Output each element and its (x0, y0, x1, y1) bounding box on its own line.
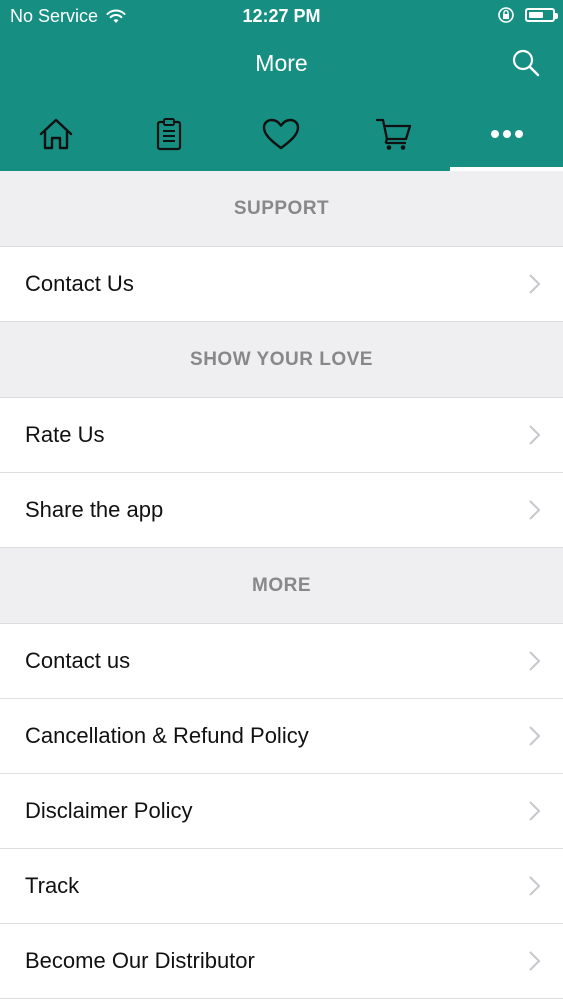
section-title: SHOW YOUR LOVE (190, 348, 373, 370)
clipboard-icon (156, 117, 181, 150)
tab-more[interactable] (450, 96, 563, 171)
heart-icon (263, 118, 300, 149)
nav-bar: More (0, 34, 563, 96)
tab-bar (0, 96, 563, 171)
status-right (497, 6, 558, 24)
row-label: Contact Us (25, 271, 134, 296)
row-label: Cancellation & Refund Policy (25, 723, 309, 748)
chevron-right-icon (529, 500, 541, 520)
row-become-distributor[interactable]: Become Our Distributor (0, 924, 563, 999)
row-disclaimer[interactable]: Disclaimer Policy (0, 774, 563, 849)
row-label: Contact us (25, 648, 131, 673)
tab-cart[interactable] (338, 96, 451, 171)
chevron-right-icon (529, 651, 541, 671)
status-bar: No Service 12:27 PM (0, 0, 563, 34)
cart-icon (375, 118, 412, 150)
home-icon (40, 118, 73, 149)
row-label: Become Our Distributor (25, 948, 255, 973)
section-header-support: SUPPORT (0, 171, 563, 247)
row-track[interactable]: Track (0, 849, 563, 924)
search-icon[interactable] (511, 48, 541, 78)
tab-orders[interactable] (113, 96, 226, 171)
page-title: More (255, 50, 308, 76)
row-cancellation-refund[interactable]: Cancellation & Refund Policy (0, 699, 563, 774)
row-share-app[interactable]: Share the app (0, 473, 563, 548)
row-label: Share the app (25, 497, 164, 522)
status-time: 12:27 PM (242, 6, 321, 26)
row-label: Track (25, 873, 80, 898)
battery-icon (525, 8, 558, 22)
row-label: Rate Us (25, 422, 105, 447)
more-list: SUPPORT Contact Us SHOW YOUR LOVE Rate U… (0, 171, 563, 999)
tab-home[interactable] (0, 96, 113, 171)
chevron-right-icon (529, 951, 541, 971)
row-contact-us-2[interactable]: Contact us (0, 624, 563, 699)
section-title: SUPPORT (233, 197, 330, 219)
section-header-more: MORE (0, 548, 563, 624)
chevron-right-icon (529, 726, 541, 746)
chevron-right-icon (529, 274, 541, 294)
section-title: MORE (252, 574, 311, 596)
chevron-right-icon (529, 876, 541, 896)
row-contact-us[interactable]: Contact Us (0, 247, 563, 322)
tab-favorites[interactable] (225, 96, 338, 171)
section-header-show-your-love: SHOW YOUR LOVE (0, 322, 563, 398)
chevron-right-icon (529, 801, 541, 821)
row-label: Disclaimer Policy (25, 798, 193, 823)
chevron-right-icon (529, 425, 541, 445)
orientation-lock-icon (498, 7, 514, 23)
more-dots-icon (490, 129, 523, 138)
row-rate-us[interactable]: Rate Us (0, 398, 563, 473)
tab-strip (0, 96, 563, 171)
